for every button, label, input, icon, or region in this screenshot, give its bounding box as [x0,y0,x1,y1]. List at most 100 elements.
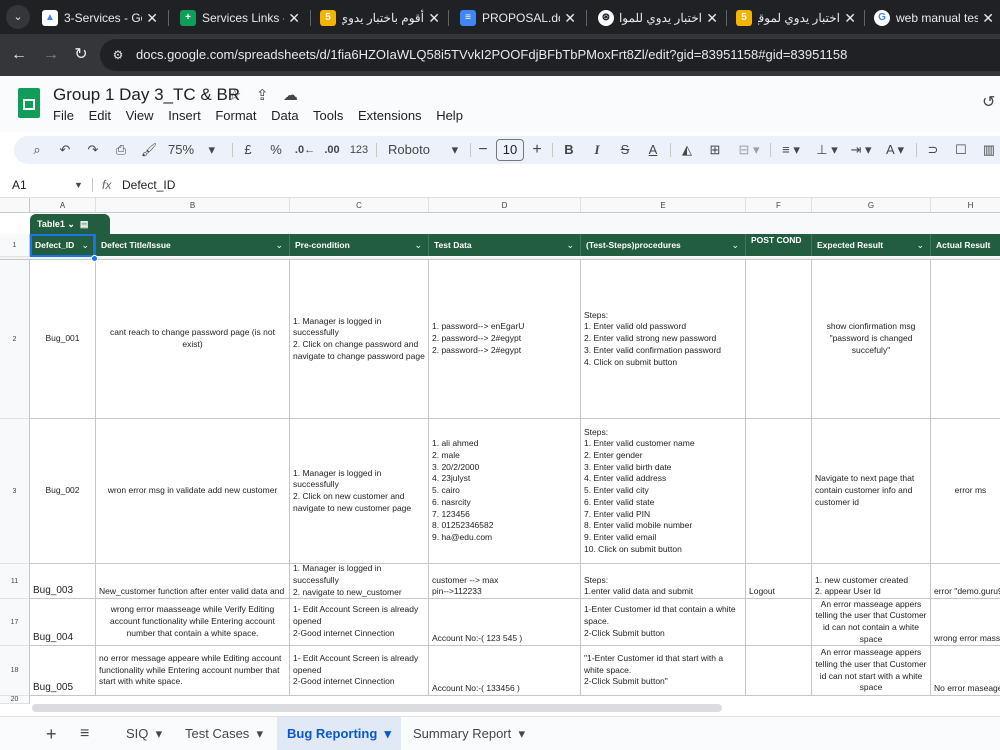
name-box-dropdown-icon[interactable]: ▼ [74,172,83,198]
menu-edit[interactable]: Edit [89,108,111,123]
close-tab-icon[interactable]: ✕ [844,4,856,32]
sheet-tab-siq[interactable]: SIQ ▾ [126,717,162,750]
font-size-input[interactable]: 10 [496,139,524,161]
column-menu-icon[interactable]: ⌄ [275,234,283,256]
column-header-a[interactable]: A [30,198,96,213]
table-cell[interactable]: Steps: 1.enter valid data and submit [581,564,746,599]
bold-button[interactable]: B [560,136,578,164]
header-post-cond[interactable]: POST COND [746,234,812,256]
column-header-c[interactable]: C [290,198,429,213]
insert-chart-icon[interactable]: ▥ [980,136,998,164]
print-icon[interactable]: ⎙ [112,136,130,164]
table-cell[interactable]: wrong error massa [931,599,1000,646]
table-cell[interactable]: 1. password--> enEgarU 2. password--> 2#e… [429,260,581,419]
currency-format-button[interactable]: £ [240,136,256,164]
text-rotation-icon[interactable]: A ▾ [880,136,910,164]
menu-view[interactable]: View [126,108,154,123]
table-cell[interactable]: 1. ali ahmed 2. male 3. 20/2/2000 4. 23july… [429,419,581,564]
increase-decimal-button[interactable]: .00 [320,136,344,164]
column-header-g[interactable]: G [812,198,931,213]
site-settings-icon[interactable]: ⚙ [110,47,126,63]
row-header[interactable]: 3 [0,419,30,564]
zoom-select[interactable]: 75% ▾ [168,136,228,164]
row-header[interactable]: 18 [0,646,30,696]
name-box[interactable]: A1 [12,172,27,198]
row-header[interactable]: 17 [0,599,30,646]
menu-format[interactable]: Format [215,108,256,123]
table-cell[interactable]: 1- Edit Account Screen is already opened… [290,646,429,696]
url-text[interactable]: docs.google.com/spreadsheets/d/1fia6HZOI… [136,39,847,71]
table-cell[interactable] [746,646,812,696]
decrease-font-size-icon[interactable]: − [476,136,490,164]
browser-tab[interactable]: ▲ 3-Services - Goo ✕ [34,4,164,32]
table-cell[interactable]: Navigate to next page that contain custo… [812,419,931,564]
header-precondition[interactable]: Pre-condition ⌄ [290,234,429,256]
add-sheet-icon[interactable]: + [46,717,57,750]
horizontal-scrollbar[interactable] [32,704,722,712]
table-cell[interactable]: cant reach to change password page (is n… [96,260,290,419]
tab-search-chevron-icon[interactable]: ⌄ [6,5,30,29]
close-tab-icon[interactable]: ✕ [428,4,440,32]
table-cell[interactable]: Steps: 1. Enter valid old password 2. Ente… [581,260,746,419]
horizontal-align-icon[interactable]: ≡ ▾ [776,136,806,164]
header-actual-result[interactable]: Actual Result [931,234,1000,256]
move-to-folder-icon[interactable]: ⇪ [256,86,269,104]
back-arrow-icon[interactable]: ← [8,44,30,66]
star-icon[interactable]: ☆ [228,86,241,104]
address-bar[interactable]: ⚙ docs.google.com/spreadsheets/d/1fia6HZ… [100,39,1000,71]
italic-button[interactable]: I [588,136,606,164]
close-tab-icon[interactable]: ✕ [706,4,718,32]
increase-font-size-icon[interactable]: + [530,136,544,164]
browser-tab[interactable]: + Services Links - G ✕ [172,4,306,32]
table-cell[interactable]: 1. Manager is logged in successfully 2. C… [290,419,429,564]
table-cell[interactable]: 1. Manager is logged in successfully 2. n… [290,564,429,599]
table-cell[interactable]: Logout [746,564,812,599]
document-title[interactable]: Group 1 Day 3_TC & BR [53,85,240,105]
menu-help[interactable]: Help [436,108,463,123]
row-header[interactable]: 20 [0,696,30,704]
table-cell[interactable]: New_customer function after enter valid … [96,564,290,599]
table-cell[interactable]: Bug_002 [30,419,96,564]
column-header-f[interactable]: F [746,198,812,213]
browser-tab[interactable]: 5 أقوم باختبار يدوي ✕ [312,4,446,32]
browser-tab[interactable]: ⊛ اختبار يدوي للمواد ✕ [590,4,724,32]
insert-comment-icon[interactable]: ☐ [952,136,970,164]
undo-icon[interactable]: ↶ [56,136,74,164]
header-defect-id[interactable]: Defect_ID ⌄ [30,234,96,256]
table-cell[interactable] [746,599,812,646]
table-cell[interactable]: Bug_003 [30,564,96,599]
column-menu-icon[interactable]: ⌄ [566,234,574,256]
reload-icon[interactable]: ↻ [70,44,92,66]
formula-input[interactable]: Defect_ID [122,172,175,198]
menu-file[interactable]: File [53,108,74,123]
table-cell[interactable]: show cionfirmation msg "password is chan… [812,260,931,419]
forward-arrow-icon[interactable]: → [40,44,62,66]
table-cell[interactable]: An error masseage appers telling the use… [812,646,931,696]
decrease-decimal-button[interactable]: .0← [294,136,316,164]
table-cell[interactable]: no error message appeare while Editing a… [96,646,290,696]
borders-icon[interactable]: ⊞ [706,136,724,164]
table-cell[interactable]: Bug_005 [30,646,96,696]
column-menu-icon[interactable]: ⌄ [916,234,924,256]
header-test-data[interactable]: Test Data ⌄ [429,234,581,256]
percent-format-button[interactable]: % [268,136,284,164]
close-tab-icon[interactable]: ✕ [288,4,300,32]
cloud-status-icon[interactable]: ☁ [283,86,298,104]
paint-format-icon[interactable]: 🖌 [140,136,158,164]
column-header-e[interactable]: E [581,198,746,213]
spreadsheet-grid[interactable]: A B C D E F G H Table1 ⌄ ▤ 1 Defect_ID ⌄ … [0,198,1000,716]
browser-tab[interactable]: 5 اختبار يدوي لموقع ✕ [728,4,862,32]
table-cell[interactable]: 1. new customer created 2. appear User Id [812,564,931,599]
table-name-chip[interactable]: Table1 ⌄ ▤ [30,214,110,234]
sheet-tab-bug-reporting[interactable]: Bug Reporting ▾ [277,717,402,750]
sheet-tab-test-cases[interactable]: Test Cases ▾ [185,717,263,750]
table-cell[interactable]: error "demo.guru9 [931,564,1000,599]
table-cell[interactable]: Steps: 1. Enter valid customer name 2. Ent… [581,419,746,564]
text-color-button[interactable]: A [644,136,662,164]
column-menu-icon[interactable]: ⌄ [81,234,89,256]
table-cell[interactable]: Account No:-( 133456 ) [429,646,581,696]
strikethrough-button[interactable]: S [616,136,634,164]
menu-tools[interactable]: Tools [313,108,343,123]
redo-icon[interactable]: ↷ [84,136,102,164]
header-test-steps[interactable]: (Test-Steps)procedures ⌄ [581,234,746,256]
